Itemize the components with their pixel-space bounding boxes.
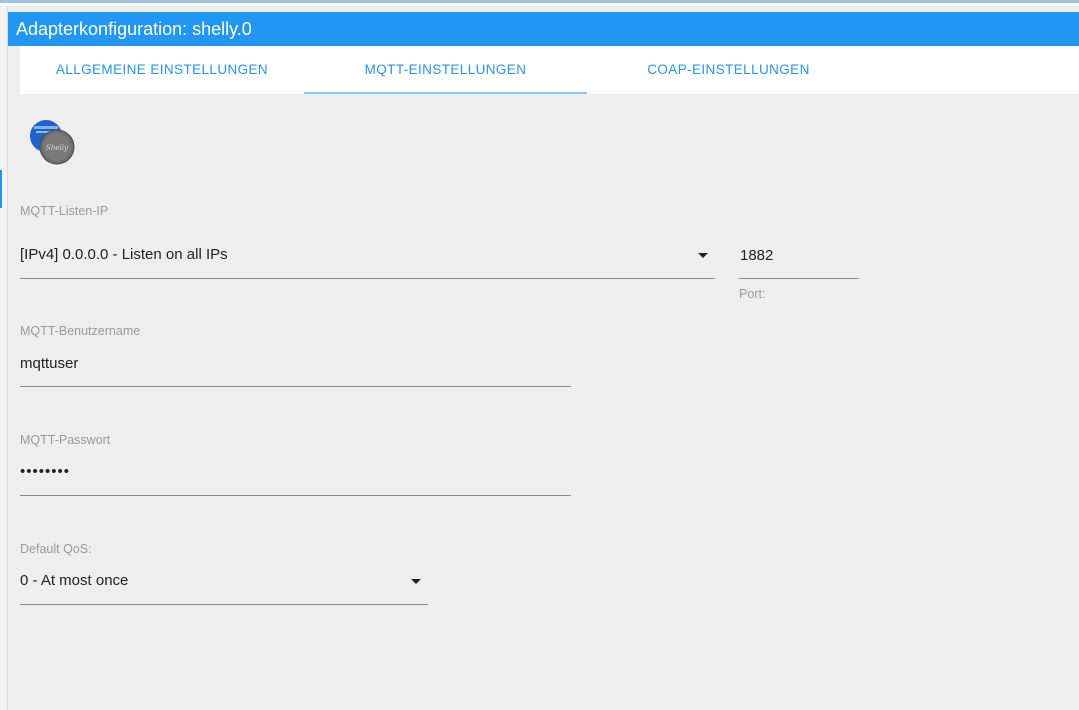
window-top-strip <box>0 0 1079 6</box>
tab-mqtt-settings[interactable]: MQTT-EINSTELLUNGEN <box>304 46 587 94</box>
username-label: MQTT-Benutzername <box>20 324 141 338</box>
left-sidebar-edge <box>0 6 8 710</box>
svg-text:Shelly: Shelly <box>46 144 69 152</box>
port-underline <box>739 278 859 279</box>
tab-general-settings[interactable]: ALLGEMEINE EINSTELLUNGEN <box>20 46 304 94</box>
dialog-title: Adapterkonfiguration: shelly.0 <box>8 12 1079 46</box>
shelly-logo-icon: Shelly <box>28 118 78 166</box>
username-underline <box>20 386 571 387</box>
port-input[interactable]: 1882 <box>740 247 773 264</box>
tab-coap-settings[interactable]: COAP-EINSTELLUNGEN <box>587 46 870 94</box>
chevron-down-icon[interactable] <box>698 253 708 258</box>
tab-bar: ALLGEMEINE EINSTELLUNGEN MQTT-EINSTELLUN… <box>20 46 1079 94</box>
qos-underline <box>20 604 428 605</box>
password-label: MQTT-Passwort <box>20 433 111 447</box>
username-input[interactable]: mqttuser <box>20 355 78 372</box>
qos-label: Default QoS: <box>20 542 92 556</box>
listen-ip-select[interactable]: [IPv4] 0.0.0.0 - Listen on all IPs <box>20 246 228 263</box>
port-label: Port: <box>739 287 766 301</box>
qos-select[interactable]: 0 - At most once <box>20 572 128 589</box>
password-input[interactable]: •••••••• <box>20 463 70 480</box>
password-underline <box>20 495 571 496</box>
left-active-marker <box>0 170 2 208</box>
listen-ip-underline <box>20 278 715 279</box>
listen-ip-label: MQTT-Listen-IP <box>20 204 109 218</box>
chevron-down-icon[interactable] <box>411 579 421 584</box>
